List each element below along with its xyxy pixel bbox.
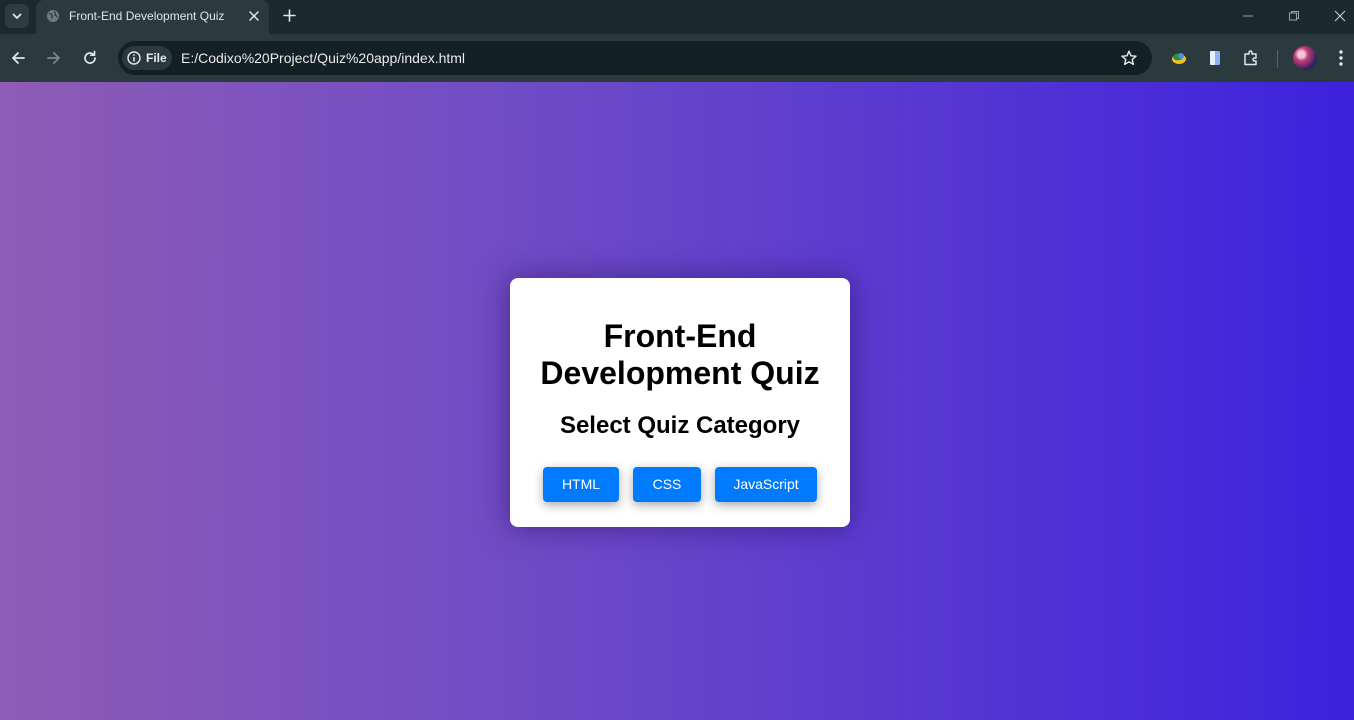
globe-icon: [47, 10, 59, 22]
minimize-button[interactable]: [1238, 6, 1258, 26]
window-close-button[interactable]: [1330, 6, 1350, 26]
reload-button[interactable]: [80, 48, 100, 68]
category-button-css[interactable]: CSS: [633, 467, 701, 502]
quiz-title-line-1: Front-End: [603, 318, 757, 354]
window-close-icon: [1334, 10, 1346, 22]
back-button[interactable]: [8, 48, 28, 68]
close-icon: [249, 11, 259, 21]
tab-title: Front-End Development Quiz: [69, 9, 225, 23]
category-button-html[interactable]: HTML: [543, 467, 619, 502]
bookmark-button[interactable]: [1119, 48, 1139, 68]
quiz-start-card: Front-End Development Quiz Select Quiz C…: [510, 278, 850, 527]
tab-search-button[interactable]: [5, 4, 29, 28]
quiz-title: Front-End Development Quiz: [510, 318, 850, 392]
reload-icon: [84, 50, 96, 64]
plus-icon: [282, 8, 296, 22]
back-icon: [12, 52, 25, 64]
star-icon: [1121, 50, 1137, 66]
tab-close-button[interactable]: [246, 8, 262, 24]
info-icon: [127, 51, 141, 65]
tab-strip: Front-End Development Quiz: [0, 0, 1354, 34]
browser-toolbar: File E:/Codixo%20Project/Quiz%20app/inde…: [0, 34, 1354, 82]
extension-app-button[interactable]: [1169, 48, 1189, 68]
url-text[interactable]: E:/Codixo%20Project/Quiz%20app/index.htm…: [181, 50, 465, 66]
restore-button[interactable]: [1284, 6, 1304, 26]
new-tab-button[interactable]: [280, 6, 298, 24]
quiz-title-line-2: Development Quiz: [540, 355, 820, 391]
address-bar[interactable]: File E:/Codixo%20Project/Quiz%20app/inde…: [118, 41, 1152, 75]
extensions-button[interactable]: [1241, 48, 1261, 68]
page-viewport: Front-End Development Quiz Select Quiz C…: [0, 82, 1354, 720]
minimize-icon: [1243, 15, 1253, 17]
browser-menu-button[interactable]: [1331, 48, 1351, 68]
active-tab[interactable]: Front-End Development Quiz: [36, 0, 269, 34]
site-chip-label: File: [146, 51, 167, 65]
category-heading: Select Quiz Category: [559, 412, 801, 439]
extension-app-icon: [1172, 53, 1186, 64]
toolbar-separator: [1277, 50, 1278, 68]
site-info-chip[interactable]: File: [122, 46, 172, 70]
puzzle-icon: [1244, 50, 1257, 66]
profile-avatar[interactable]: [1293, 46, 1317, 70]
forward-icon: [47, 52, 60, 64]
document-extension-button[interactable]: [1205, 48, 1225, 68]
document-icon: [1210, 51, 1220, 65]
chevron-down-icon: [12, 13, 22, 19]
menu-dots-icon: [1339, 50, 1343, 66]
forward-button[interactable]: [44, 48, 64, 68]
category-button-javascript[interactable]: JavaScript: [715, 467, 817, 502]
restore-icon: [1289, 11, 1299, 21]
